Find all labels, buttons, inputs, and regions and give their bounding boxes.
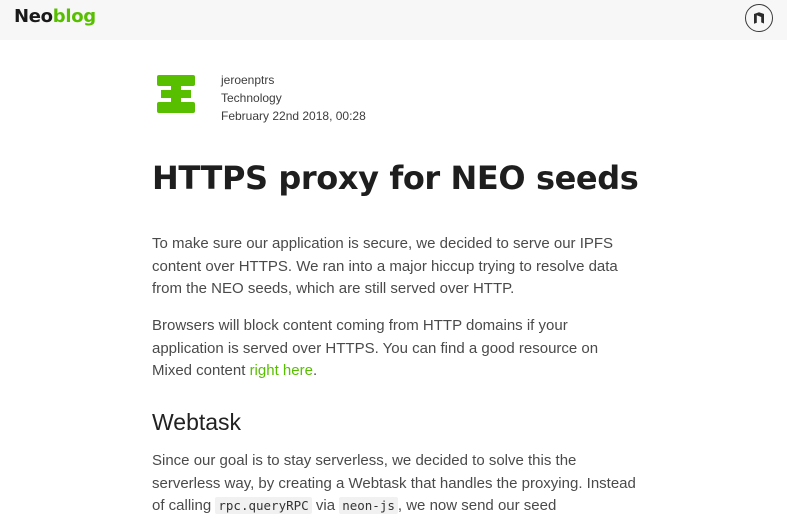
author-meta: jeroenptrs Technology February 22nd 2018… <box>221 71 521 125</box>
neoblog-logo[interactable]: Neoblog <box>14 6 96 28</box>
neo-logo-icon <box>754 12 764 24</box>
post-category[interactable]: Technology <box>221 89 521 107</box>
author-avatar-icon[interactable] <box>157 75 195 113</box>
code-rpc-queryrpc: rpc.queryRPC <box>215 497 312 514</box>
paragraph-2-end: . <box>312 362 318 379</box>
neo-logo-button[interactable] <box>745 4 773 32</box>
post-date: February 22nd 2018, 00:28 <box>221 109 366 123</box>
brand-name-neo: Neo <box>14 6 53 27</box>
brand-name-blog: blog <box>52 6 96 27</box>
article-paragraph-3: Since our goal is to stay serverless, we… <box>152 450 642 518</box>
top-bar: Neoblog <box>0 0 787 40</box>
code-neon-js: neon-js <box>339 497 398 514</box>
author-name[interactable]: jeroenptrs <box>221 71 521 89</box>
paragraph-3-text-c: , we now send our seed <box>397 497 557 514</box>
section-heading-webtask: Webtask <box>152 409 242 435</box>
article-paragraph-2: Browsers will block content coming from … <box>152 315 642 383</box>
mixed-content-link[interactable]: right here <box>250 362 313 379</box>
paragraph-3-text-b: via <box>311 497 340 514</box>
article-title: HTTPS proxy for NEO seeds <box>152 159 639 197</box>
paragraph-2-text: Browsers will block content coming from … <box>152 317 599 379</box>
article-paragraph-1: To make sure our application is secure, … <box>152 235 618 297</box>
